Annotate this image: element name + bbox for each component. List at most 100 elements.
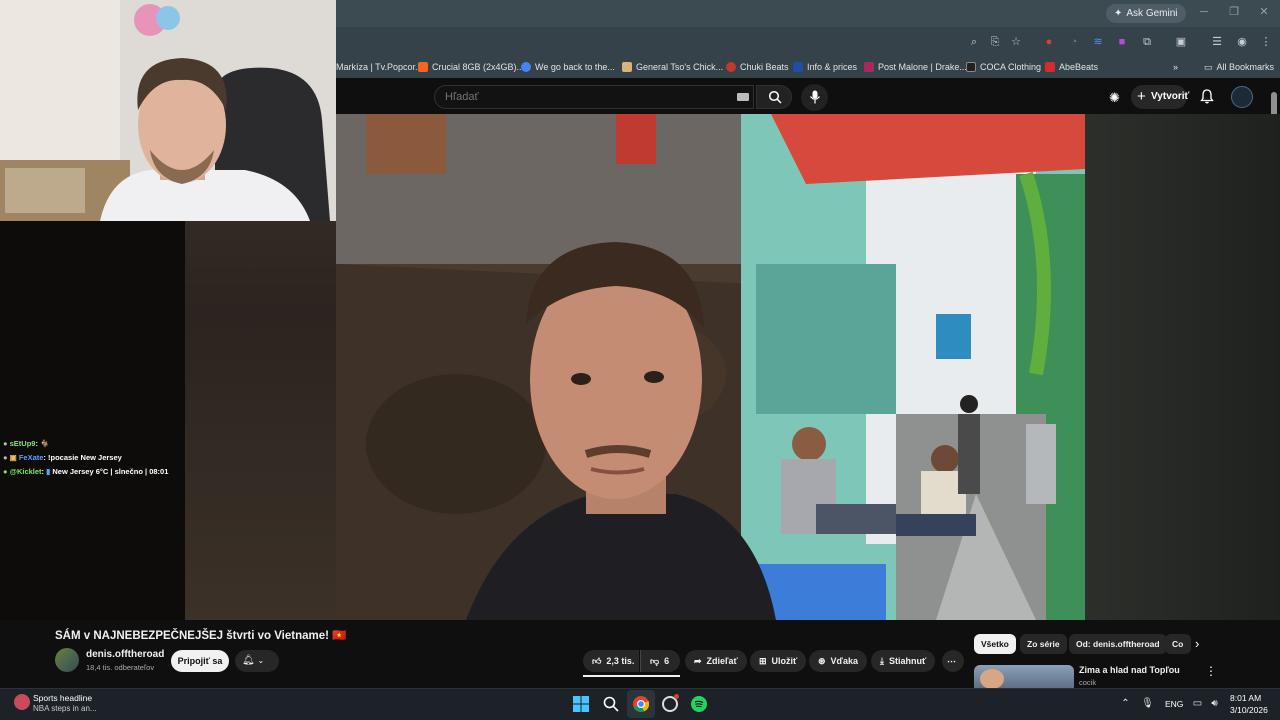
search-button[interactable] — [756, 85, 792, 109]
chip-all[interactable]: Všetko — [974, 634, 1016, 654]
media-control-icon[interactable]: ☰ — [1209, 34, 1225, 50]
recommended-title[interactable]: Zima a hlad nad Topľou — [1079, 665, 1180, 675]
bookmark-favicon — [622, 62, 632, 72]
search-icon — [768, 90, 782, 104]
windows-start-icon[interactable] — [573, 696, 589, 712]
bookmark-item[interactable]: Post Malone | Drake... — [864, 60, 967, 74]
share-button[interactable]: ➦ Zdieľať — [685, 650, 747, 672]
chevron-right-icon[interactable]: › — [1195, 636, 1199, 651]
tray-volume-icon[interactable]: 🔊︎ — [1208, 697, 1221, 710]
cast-icon[interactable]: ⎘ — [987, 34, 1003, 50]
extension-grey-icon[interactable]: ◔ — [1066, 34, 1082, 50]
more-dots-icon: ⋯ — [947, 656, 956, 666]
browser-menu-icon[interactable]: ⋮ — [1258, 34, 1274, 50]
thumbs-down-icon: 👎︎ — [650, 656, 660, 666]
like-button[interactable]: 👍︎ 2,3 tis. — [583, 650, 639, 672]
bookmark-item[interactable]: We go back to the... — [521, 60, 615, 74]
thanks-icon: ⊛ — [818, 656, 826, 666]
save-icon: ⊞ — [759, 656, 767, 666]
bot-badge-icon: ● — [3, 467, 8, 476]
tray-mic-icon[interactable]: 🎙︎ — [1141, 697, 1154, 710]
bookmark-favicon — [1045, 62, 1055, 72]
thumbnail-face — [980, 669, 1004, 688]
keyboard-icon[interactable] — [737, 93, 749, 101]
minimize-icon[interactable]: ─ — [1197, 5, 1211, 19]
stream-chat: ● sEtUp9: 🐐 ● ▣ FeXate: !pocasie New Jer… — [0, 221, 185, 620]
bookmark-item[interactable]: COCA Clothing — [966, 60, 1041, 74]
account-avatar[interactable] — [1231, 86, 1253, 108]
microphone-icon — [810, 90, 820, 104]
video-frame[interactable] — [336, 114, 1085, 620]
spotify-icon[interactable] — [691, 696, 707, 712]
like-ratio-bar — [583, 675, 680, 677]
voice-search-button[interactable] — [801, 84, 828, 111]
news-widget-subtitle[interactable]: NBA steps in an... — [33, 704, 97, 713]
save-button[interactable]: ⊞ Uložiť — [750, 650, 807, 672]
bookmark-item[interactable]: AbeBeats — [1045, 60, 1098, 74]
close-window-icon[interactable]: ✕ — [1257, 5, 1271, 19]
recommended-thumbnail[interactable] — [974, 665, 1074, 688]
extension-twitch-icon[interactable]: ■ — [1114, 34, 1130, 50]
profile-avatar-icon[interactable]: ◉ — [1234, 34, 1250, 50]
bookmark-item[interactable]: Crucial 8GB (2x4GB)... — [418, 60, 524, 74]
chat-message: ● @Kicklet: ▮ New Jersey 6°C | slnečno |… — [3, 467, 169, 476]
chat-message: ● ▣ FeXate: !pocasie New Jersey — [3, 453, 122, 462]
language-indicator[interactable]: ENG — [1165, 699, 1183, 709]
dislike-button[interactable]: 👎︎ 6 — [640, 650, 680, 672]
share-icon: ➦ — [694, 656, 702, 666]
bookmark-star-icon[interactable]: ☆ — [1008, 34, 1024, 50]
news-widget-icon[interactable] — [14, 694, 30, 710]
google-favicon — [521, 62, 531, 72]
tray-overflow-icon[interactable]: ⌃ — [1119, 697, 1132, 710]
folder-icon: ▭ — [1204, 61, 1213, 72]
chat-message: ● sEtUp9: 🐐 — [3, 439, 50, 448]
join-button[interactable]: Pripojiť sa — [171, 650, 229, 672]
taskbar-chrome-button[interactable] — [627, 690, 655, 718]
flag-icon: ▮ — [46, 467, 51, 476]
download-icon: ⤓ — [880, 656, 884, 666]
channel-avatar[interactable] — [55, 648, 79, 672]
zoom-icon[interactable]: ⌕ — [966, 34, 982, 50]
thanks-button[interactable]: ⊛ Vďaka — [809, 650, 868, 672]
download-button[interactable]: ⤓ Stiahnuť — [871, 650, 936, 672]
bookmark-item[interactable]: Markíza | Tv.Popcor... — [336, 60, 423, 74]
emote-icon: 🐐 — [40, 439, 50, 448]
bookmark-item[interactable]: Info & prices — [793, 60, 857, 74]
bookmark-item[interactable]: Chuki Beats — [726, 60, 789, 74]
extension-wave-icon[interactable]: ≋ — [1090, 34, 1106, 50]
bookmark-favicon — [726, 62, 736, 72]
tray-display-icon[interactable]: ▭ — [1191, 697, 1204, 710]
extensions-puzzle-icon[interactable]: ⧉ — [1139, 34, 1155, 50]
channel-name[interactable]: denis.offtheroad — [86, 649, 164, 660]
more-bookmarks-icon[interactable]: » — [1173, 60, 1178, 74]
chrome-icon — [633, 696, 649, 712]
subscription-bell-button[interactable]: 🔔︎ ⌄ — [235, 650, 279, 672]
streamer-webcam — [0, 0, 336, 221]
create-button[interactable]: + Vytvoriť — [1131, 85, 1189, 109]
video-scene-illustration — [336, 114, 1085, 620]
recommended-menu-icon[interactable]: ⋮ — [1205, 664, 1217, 678]
more-actions-button[interactable]: ⋯ — [942, 650, 964, 672]
notifications-bell-icon[interactable] — [1200, 89, 1216, 105]
taskbar-search-icon[interactable] — [603, 696, 619, 712]
webcam-scene-illustration — [0, 0, 336, 221]
gemini-icon: ✦ — [1114, 8, 1123, 19]
restore-icon[interactable]: ❐ — [1227, 5, 1241, 19]
clock-date[interactable]: 3/10/2026 — [1230, 705, 1268, 715]
clock-time[interactable]: 8:01 AM — [1230, 693, 1261, 703]
chip-more[interactable]: Co — [1165, 634, 1191, 654]
bookmark-item[interactable]: General Tso's Chick... — [622, 60, 723, 74]
bell-icon: 🔔︎ — [242, 655, 255, 666]
user-badge-icon: ● — [3, 453, 8, 462]
all-bookmarks-folder[interactable]: ▭ All Bookmarks — [1204, 60, 1274, 74]
search-input[interactable] — [434, 85, 754, 109]
recommended-channel[interactable]: cocik — [1079, 678, 1096, 687]
chip-channel[interactable]: Od: denis.offtheroad — [1069, 634, 1167, 654]
news-widget-title[interactable]: Sports headline — [33, 693, 92, 703]
ask-gemini-button[interactable]: ✦ Ask Gemini — [1106, 4, 1186, 23]
side-panel-icon[interactable]: ▣ — [1173, 34, 1189, 50]
chip-series[interactable]: Zo série — [1020, 634, 1067, 654]
video-title: SÁM v NAJNEBEZPEČNEJŠEJ štvrti vo Vietna… — [55, 630, 347, 642]
extension-red-icon[interactable]: ● — [1041, 34, 1057, 50]
gemini-sparkle-icon[interactable]: ✺ — [1109, 91, 1123, 105]
